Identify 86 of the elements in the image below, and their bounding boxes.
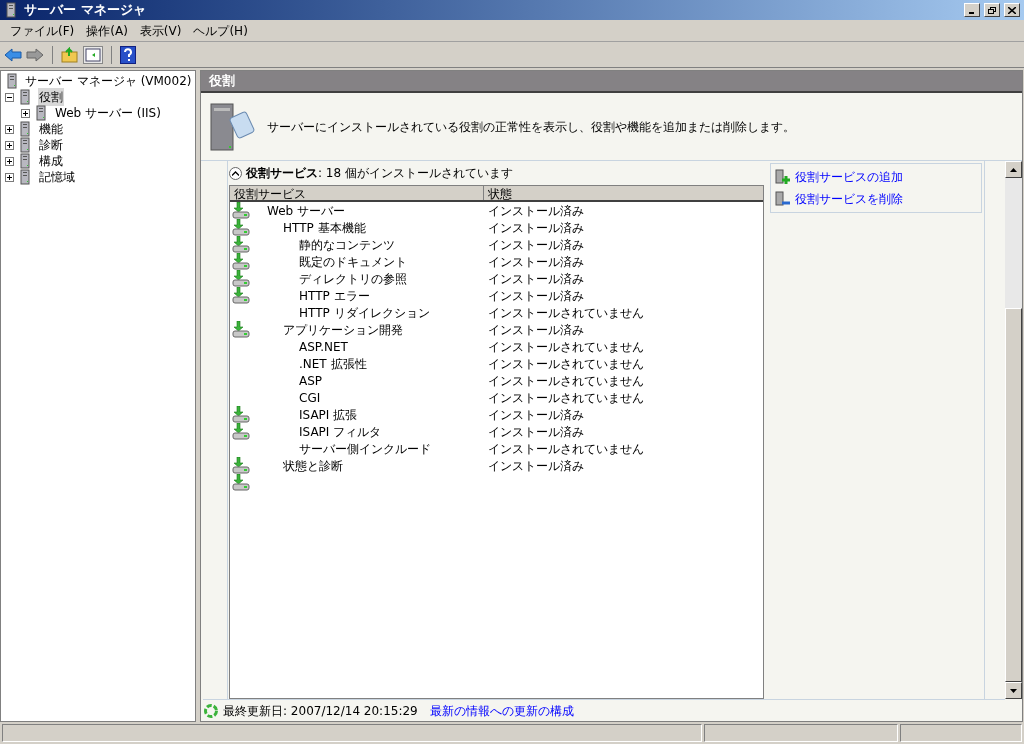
- service-name: HTTP リダイレクション: [299, 304, 430, 322]
- service-name: ISAPI フィルタ: [299, 423, 382, 441]
- expand-icon[interactable]: [5, 172, 14, 182]
- menu-item[interactable]: ファイル(F): [4, 21, 81, 40]
- service-name: 状態と診断: [283, 457, 343, 475]
- service-status: インストール済み: [487, 406, 585, 424]
- menu-item[interactable]: 表示(V): [133, 21, 188, 40]
- tree-item[interactable]: 機能: [38, 120, 64, 138]
- help-icon[interactable]: [120, 45, 136, 64]
- expand-icon[interactable]: [5, 124, 14, 134]
- service-status: インストール済み: [487, 457, 585, 475]
- service-name: 既定のドキュメント: [299, 253, 407, 271]
- server-document-icon: [209, 101, 255, 152]
- service-status: インストール済み: [487, 219, 585, 237]
- forward-arrow-icon[interactable]: [26, 46, 44, 63]
- service-name: ASP: [299, 372, 323, 390]
- tree-item[interactable]: Web サーバー (IIS): [54, 104, 162, 122]
- expand-icon[interactable]: [5, 140, 14, 150]
- service-name: ASP.NET: [299, 338, 348, 356]
- service-name: ISAPI 拡張: [299, 406, 358, 424]
- service-status: インストールされていません: [487, 304, 645, 322]
- installed-drive-icon: [232, 321, 250, 338]
- panel-description: サーバーにインストールされている役割の正常性を表示し、役割や機能を追加または削除します。: [267, 118, 795, 136]
- action-link[interactable]: 役割サービスを削除: [795, 190, 903, 208]
- last-updated-text: 最終更新日: 2007/12/14 20:15:29: [223, 702, 418, 720]
- service-status: インストール済み: [487, 321, 585, 339]
- scrollbar[interactable]: [1005, 161, 1022, 699]
- down-arrow-icon: [1010, 688, 1017, 693]
- installed-drive-icon: [232, 270, 250, 287]
- service-name: HTTP 基本機能: [283, 219, 366, 237]
- expand-icon[interactable]: [21, 108, 30, 118]
- installed-drive-icon: [232, 406, 250, 423]
- installed-drive-icon: [232, 457, 250, 474]
- service-status: インストール済み: [487, 202, 585, 220]
- service-name: アプリケーション開発: [283, 321, 403, 339]
- installed-drive-icon: [232, 219, 250, 236]
- service-name: HTTP エラー: [299, 287, 370, 305]
- action-link[interactable]: 役割サービスの追加: [795, 168, 903, 186]
- installed-drive-icon: [232, 287, 250, 304]
- panel-toggle-icon[interactable]: [83, 45, 103, 64]
- back-arrow-icon[interactable]: [4, 46, 22, 63]
- panel-header: 役割: [201, 71, 1022, 93]
- service-name: CGI: [299, 389, 321, 407]
- chevron-icon: [232, 170, 239, 176]
- expand-icon[interactable]: [5, 156, 14, 166]
- collapse-button[interactable]: [229, 166, 242, 180]
- service-name: 静的なコンテンツ: [299, 236, 395, 254]
- column-header[interactable]: 役割サービス: [230, 186, 484, 200]
- service-name: サーバー側インクルード: [299, 440, 431, 458]
- window-title: サーバー マネージャ: [24, 1, 147, 20]
- service-status: インストールされていません: [487, 338, 645, 356]
- service-name: .NET 拡張性: [299, 355, 367, 373]
- tree-item[interactable]: 記憶域: [38, 168, 76, 186]
- service-name: Web サーバー: [267, 202, 345, 220]
- menu-item[interactable]: 操作(A): [80, 21, 134, 40]
- tree-item[interactable]: 役割: [38, 88, 64, 106]
- refresh-settings-link[interactable]: 最新の情報への更新の構成: [429, 701, 574, 720]
- installed-drive-icon: [232, 236, 250, 253]
- service-status: インストール済み: [487, 270, 585, 288]
- service-status: インストール済み: [487, 287, 585, 305]
- service-status: インストールされていません: [487, 389, 645, 407]
- service-name: ディレクトリの参照: [299, 270, 407, 288]
- section-title: 役割サービス: 18 個がインストールされています: [246, 165, 513, 182]
- server-add-icon: [775, 169, 791, 185]
- service-status: インストールされていません: [487, 372, 645, 390]
- service-status: インストールされていません: [487, 355, 645, 373]
- maximize-icon: [988, 6, 996, 14]
- close-icon: [1008, 6, 1016, 14]
- service-status: インストール済み: [487, 236, 585, 254]
- server-remove-icon: [775, 191, 791, 207]
- installed-drive-icon: [232, 253, 250, 270]
- minimize-button[interactable]: [964, 3, 980, 17]
- service-status: インストールされていません: [487, 440, 645, 458]
- installed-drive-icon: [232, 423, 250, 440]
- tree-item[interactable]: 診断: [38, 136, 64, 154]
- maximize-button[interactable]: [984, 3, 1000, 17]
- collapse-icon[interactable]: [5, 92, 14, 102]
- tree-root[interactable]: サーバー マネージャ (VM002): [25, 72, 192, 90]
- close-button[interactable]: [1004, 3, 1020, 17]
- menu-item[interactable]: ヘルプ(H): [187, 21, 254, 40]
- tree-item[interactable]: 構成: [38, 152, 64, 170]
- installed-drive-icon: [232, 474, 250, 491]
- service-status: インストール済み: [487, 253, 585, 271]
- service-status: インストール済み: [487, 423, 585, 441]
- up-arrow-icon: [1010, 167, 1017, 172]
- column-header[interactable]: 状態: [484, 186, 763, 200]
